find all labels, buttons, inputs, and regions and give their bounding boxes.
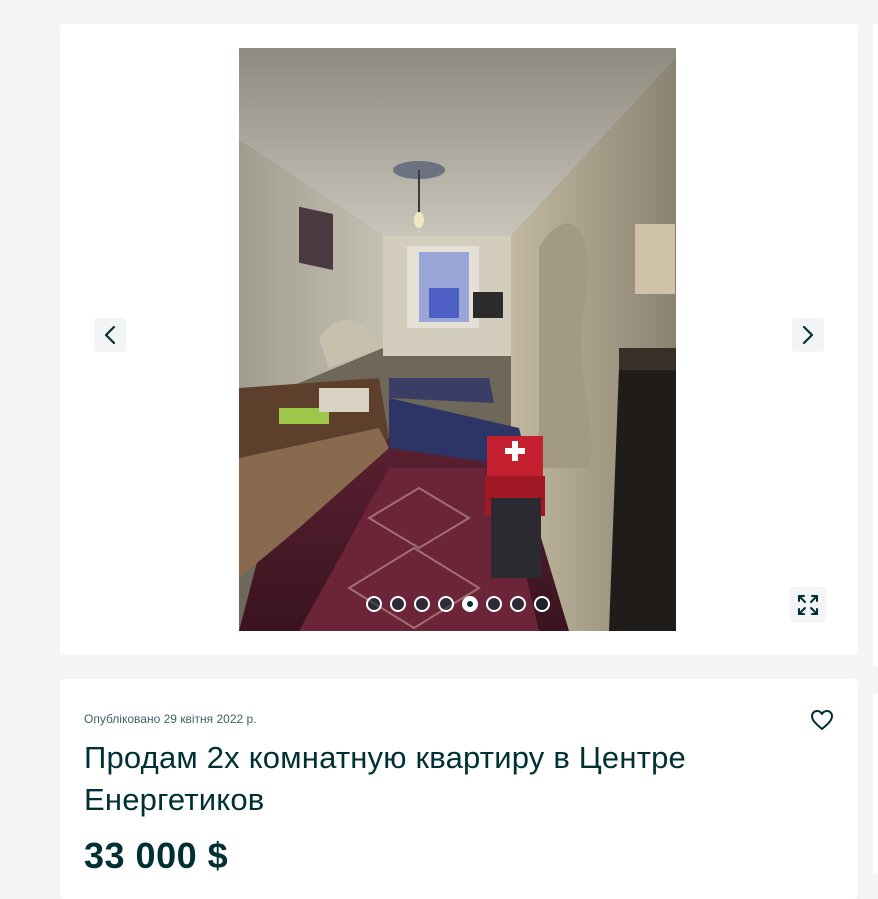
- slide-dot[interactable]: [414, 596, 430, 612]
- slide-dot[interactable]: [486, 596, 502, 612]
- slide-dot[interactable]: [462, 596, 478, 612]
- adjacent-panel: [873, 693, 878, 874]
- expand-icon: [798, 595, 818, 615]
- previous-photo-button[interactable]: [94, 318, 126, 352]
- published-date: Опубліковано 29 квітня 2022 р.: [84, 712, 257, 726]
- listing-info: Опубліковано 29 квітня 2022 р. Продам 2х…: [60, 679, 858, 899]
- slide-indicator: [366, 596, 550, 612]
- slide-dot[interactable]: [438, 596, 454, 612]
- slide-dot[interactable]: [534, 596, 550, 612]
- favorite-button[interactable]: [808, 706, 836, 734]
- heart-outline-icon: [811, 710, 833, 730]
- listing-title: Продам 2х комнатную квартиру в Центре Ен…: [84, 740, 686, 817]
- chevron-right-icon: [802, 325, 814, 345]
- slide-dot[interactable]: [510, 596, 526, 612]
- fullscreen-button[interactable]: [790, 587, 826, 623]
- slide-dot[interactable]: [390, 596, 406, 612]
- photo-gallery: [60, 24, 858, 655]
- listing-photo[interactable]: [239, 48, 676, 631]
- chevron-left-icon: [104, 325, 116, 345]
- slide-dot[interactable]: [366, 596, 382, 612]
- listing-price: 33 000 $: [84, 835, 229, 876]
- next-photo-button[interactable]: [792, 318, 824, 352]
- adjacent-panel: [873, 24, 878, 667]
